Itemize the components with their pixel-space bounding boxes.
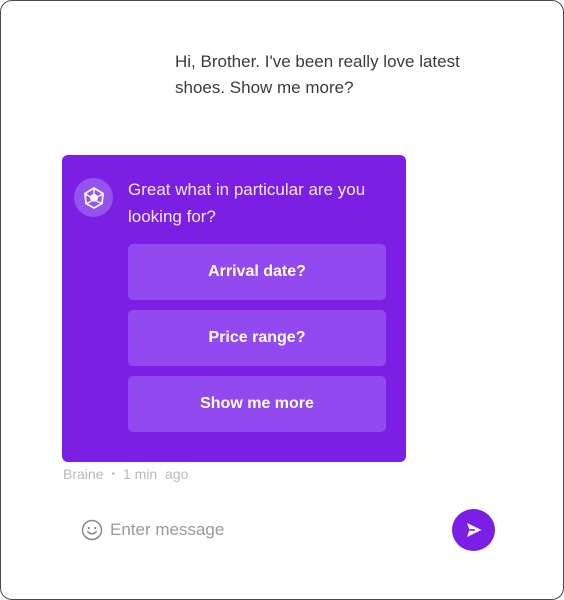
message-meta: Braine • 1 min ago [63,466,188,482]
bot-avatar [74,178,113,217]
send-button[interactable] [452,509,495,551]
message-composer [81,509,495,551]
user-message: Hi, Brother. I've been really love lates… [175,52,460,97]
meta-separator: • [111,468,115,480]
bot-message-card: Great what in particular are you looking… [62,155,406,462]
option-price-range-button[interactable]: Price range? [128,310,386,366]
sender-name: Braine [63,466,104,482]
send-icon [466,523,481,537]
dodecahedron-logo-icon [83,186,104,209]
chat-window: Hi, Brother. I've been really love lates… [0,0,564,600]
bot-message-text: Great what in particular are you looking… [128,180,366,226]
quick-reply-options: Arrival date? Price range? Show me more [128,244,386,442]
message-input[interactable] [110,517,440,543]
message-timestamp: 1 min ago [122,466,189,482]
smiley-icon[interactable] [81,519,103,541]
option-arrival-date-button[interactable]: Arrival date? [128,244,386,300]
option-show-more-button[interactable]: Show me more [128,376,386,432]
